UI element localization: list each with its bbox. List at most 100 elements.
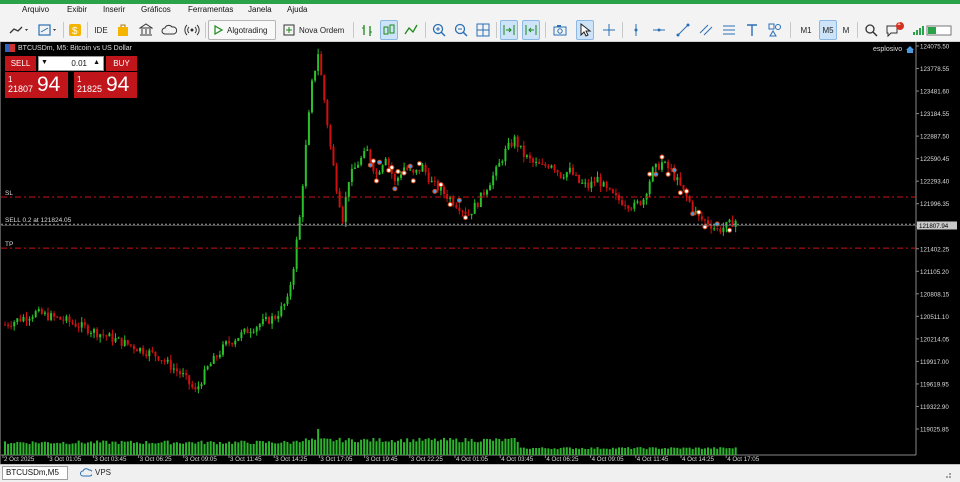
candle-body: [596, 176, 599, 183]
candle-body: [145, 353, 148, 357]
chart-shift-button[interactable]: [522, 20, 540, 40]
menu-exibir[interactable]: Exibir: [67, 5, 87, 14]
menu-janela[interactable]: Janela: [248, 5, 272, 14]
candle-body: [476, 202, 479, 208]
candle-body: [136, 349, 139, 352]
shapes-button[interactable]: [766, 20, 784, 40]
algotrading-button[interactable]: Algotrading: [208, 20, 276, 40]
trade-marker: [671, 167, 677, 173]
trade-marker: [696, 209, 702, 215]
price-chart[interactable]: SL SELL 0.2 at 121824.05 TP 124075.50 12377…: [1, 42, 960, 464]
candle-body: [157, 356, 160, 361]
volume-bar: [86, 442, 89, 455]
candlestick-button[interactable]: [380, 20, 398, 40]
expert-advisor-label[interactable]: esplosivo: [873, 45, 915, 54]
volume-bar: [446, 440, 449, 455]
chart-tab[interactable]: BTCUSDm,M5: [2, 466, 68, 480]
trade-marker: [392, 186, 398, 192]
candle-body: [206, 366, 209, 370]
volume-bar: [89, 441, 92, 455]
sell-button[interactable]: SELL: [5, 56, 36, 71]
resize-grip-icon[interactable]: [942, 469, 952, 479]
bid-price-button[interactable]: 1 21807 94: [5, 72, 68, 98]
text-button[interactable]: [743, 20, 761, 40]
volume-bar: [7, 443, 10, 455]
price-tick-label: 120214.05: [920, 336, 950, 343]
market-button[interactable]: $: [67, 20, 83, 40]
accounts-button[interactable]: [137, 20, 155, 40]
timeframe-m5[interactable]: M5: [819, 20, 837, 40]
volume-bar: [559, 447, 562, 455]
trade-marker: [367, 162, 373, 168]
volume-input[interactable]: ▼ 0.01 ▲: [38, 56, 104, 71]
trendline-button[interactable]: [674, 20, 692, 40]
candle-body: [243, 328, 246, 333]
toolbar-separator: [857, 22, 858, 38]
take-profit-label: TP: [5, 241, 13, 248]
candle-body: [271, 316, 274, 324]
auto-scroll-button[interactable]: [500, 20, 518, 40]
cursor-button[interactable]: [576, 20, 594, 40]
time-tick-label: 4 Oct 17:05: [727, 456, 760, 463]
candle-body: [83, 322, 86, 326]
candle-body: [40, 309, 43, 314]
volume-up-icon[interactable]: ▲: [93, 59, 100, 66]
ide-button[interactable]: IDE: [91, 20, 111, 40]
menu-inserir[interactable]: Inserir: [103, 5, 125, 14]
chart-window[interactable]: SL SELL 0.2 at 121824.05 TP 124075.50 12377…: [0, 42, 960, 464]
screenshot-button[interactable]: [551, 20, 569, 40]
candle-body: [378, 172, 381, 175]
price-tick-label: 119025.85: [920, 427, 949, 434]
horizontal-line-button[interactable]: [650, 20, 668, 40]
candle-body: [13, 321, 16, 327]
zoom-out-button[interactable]: [452, 20, 470, 40]
signals-button[interactable]: [183, 20, 201, 40]
search-button[interactable]: [862, 20, 880, 40]
chart-type-button[interactable]: [6, 20, 32, 40]
candle-body: [562, 177, 565, 179]
bar-chart-button[interactable]: [358, 20, 376, 40]
strategy-tester-button[interactable]: [115, 20, 131, 40]
volume-bar: [519, 447, 522, 455]
channel-button[interactable]: [697, 20, 715, 40]
price-tick-label: 121402.25: [920, 246, 950, 253]
ask-price-button[interactable]: 1 21825 94: [74, 72, 137, 98]
volume-bar: [191, 442, 194, 455]
volume-down-icon[interactable]: ▼: [41, 59, 48, 66]
timeframe-m1[interactable]: M1: [797, 20, 815, 40]
buy-button[interactable]: BUY: [106, 56, 137, 71]
templates-button[interactable]: [35, 20, 61, 40]
candle-body: [501, 161, 504, 163]
crosshair-button[interactable]: [600, 20, 618, 40]
menu-graficos[interactable]: Gráficos: [141, 5, 171, 14]
volume-bar: [175, 442, 178, 455]
menu-arquivo[interactable]: Arquivo: [22, 5, 49, 14]
volume-bar: [587, 449, 590, 455]
fibonacci-button[interactable]: [720, 20, 738, 40]
timeframe-more[interactable]: M: [839, 20, 853, 40]
vertical-line-button[interactable]: [628, 20, 644, 40]
menu-ajuda[interactable]: Ajuda: [287, 5, 307, 14]
zoom-in-button[interactable]: [430, 20, 448, 40]
new-order-button[interactable]: Nova Ordem: [280, 20, 348, 40]
volume-bar: [734, 447, 737, 455]
price-tick-label: 122590.45: [920, 156, 950, 163]
line-button[interactable]: [402, 20, 420, 40]
candle-body: [707, 220, 710, 225]
trade-marker: [659, 154, 665, 160]
tile-windows-button[interactable]: [474, 20, 492, 40]
mt5-window: Arquivo Exibir Inserir Gráficos Ferramen…: [0, 0, 960, 482]
notifications-button[interactable]: 1: [884, 20, 906, 40]
candle-body: [111, 333, 114, 342]
volume-bar: [590, 447, 593, 455]
candle-body: [286, 296, 289, 305]
channel-icon: [699, 24, 713, 36]
candle-body: [353, 167, 356, 169]
cloud-button[interactable]: [160, 20, 178, 40]
candle-body: [584, 182, 587, 184]
trade-marker: [410, 178, 416, 184]
candle-body: [304, 144, 307, 187]
menu-ferramentas[interactable]: Ferramentas: [188, 5, 233, 14]
candle-body: [178, 371, 181, 375]
vps-tab[interactable]: VPS: [80, 468, 111, 477]
